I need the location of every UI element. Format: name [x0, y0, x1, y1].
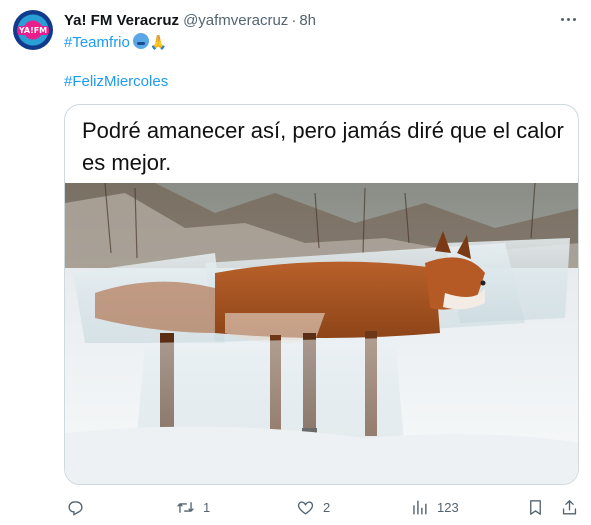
views-icon — [413, 499, 427, 515]
retweet-button[interactable]: 1 — [176, 495, 210, 519]
cold-face-emoji-icon — [132, 33, 149, 49]
meme-caption: Podré amanecer así, pero jamás diré que … — [82, 118, 564, 175]
retweet-icon — [177, 501, 194, 513]
hashtag-felizmiercoles[interactable]: #FelizMiercoles — [64, 73, 168, 90]
tweet-header: Ya! FM Veracruz @yafmveracruz · 8h — [64, 10, 551, 30]
heart-icon — [297, 500, 314, 515]
tweet-text-line-2: #FelizMiercoles — [64, 72, 168, 92]
like-count: 2 — [323, 499, 331, 515]
avatar-logo-text: YA!FM — [16, 25, 50, 35]
tweet-text-line-1: #Teamfrio 🙏 — [64, 32, 167, 53]
bookmark-button[interactable] — [526, 495, 545, 519]
more-options-icon[interactable] — [558, 11, 578, 27]
hashtag-teamfrio[interactable]: #Teamfrio — [64, 34, 130, 51]
reply-icon — [68, 500, 83, 516]
folded-hands-emoji-icon: 🙏 — [149, 34, 168, 50]
views-count: 123 — [437, 499, 459, 515]
tweet-actions: 1 2 123 — [64, 495, 579, 519]
bookmark-icon — [530, 499, 541, 515]
tweet-media[interactable]: Podré amanecer así, pero jamás diré que … — [64, 104, 579, 485]
separator-dot: · — [291, 11, 297, 29]
views-button[interactable]: 123 — [410, 495, 459, 519]
tweet-timestamp[interactable]: 8h — [299, 12, 316, 29]
user-handle[interactable]: @yafmveracruz — [183, 12, 288, 29]
reply-button[interactable] — [66, 495, 93, 519]
frozen-fox-photo — [65, 183, 578, 484]
share-button[interactable] — [560, 495, 579, 519]
display-name[interactable]: Ya! FM Veracruz — [64, 12, 179, 29]
like-button[interactable]: 2 — [296, 495, 330, 519]
share-icon — [562, 499, 577, 515]
avatar[interactable]: YA!FM — [13, 10, 53, 50]
retweet-count: 1 — [203, 499, 211, 515]
